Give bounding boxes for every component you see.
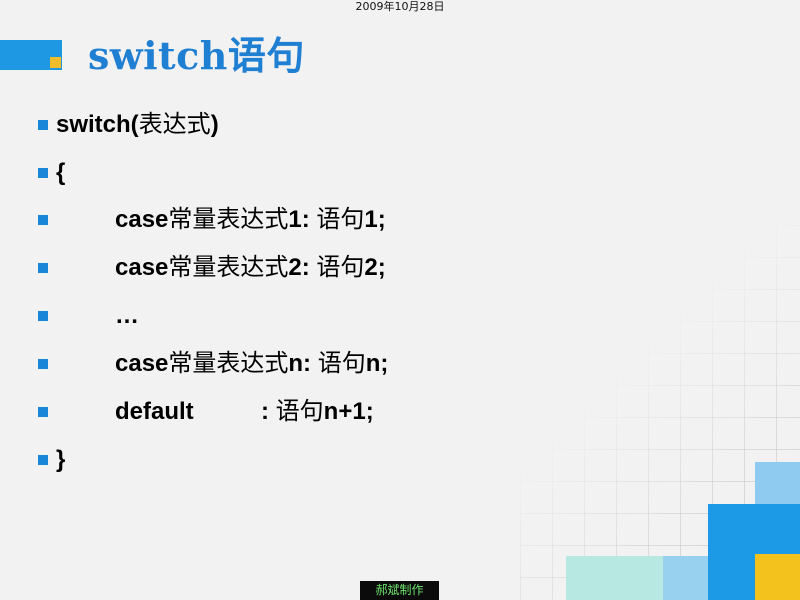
decor-block-yellow: [755, 554, 800, 600]
bullet-square: [38, 263, 48, 273]
code-text: …: [115, 302, 139, 329]
decor-block-sky: [663, 556, 708, 600]
title-accent-square: [50, 57, 61, 68]
code-text: switch(表达式): [56, 111, 219, 138]
code-line: switch(表达式): [0, 109, 760, 141]
code-text: }: [56, 446, 66, 473]
slide-title: switch语句: [88, 33, 305, 78]
decor-block-light-blue: [755, 462, 800, 504]
slide: 2009年10月28日 switch语句 switch(表达式) { case常…: [0, 0, 800, 600]
code-line: case常量表达式n: 语句n;: [0, 348, 760, 380]
slide-date: 2009年10月28日: [355, 0, 445, 13]
code-line: …: [0, 300, 760, 332]
code-text: case常量表达式1: 语句1;: [115, 206, 386, 233]
bullet-square: [38, 455, 48, 465]
code-text: default: 语句n+1;: [115, 398, 374, 425]
bullet-square: [38, 359, 48, 369]
code-line: }: [0, 444, 760, 476]
decor-block-mint: [566, 556, 663, 600]
bullet-square: [38, 168, 48, 178]
code-line: {: [0, 157, 760, 189]
code-text: case常量表达式2: 语句2;: [115, 254, 386, 281]
code-line: case常量表达式1: 语句1;: [0, 204, 760, 236]
bullet-square: [38, 120, 48, 130]
code-line: default: 语句n+1;: [0, 396, 760, 428]
bullet-square: [38, 311, 48, 321]
footer-credit: 郝斌制作: [360, 581, 439, 600]
code-line: case常量表达式2: 语句2;: [0, 252, 760, 284]
bullet-square: [38, 215, 48, 225]
code-text: case常量表达式n: 语句n;: [115, 350, 389, 377]
bullet-square: [38, 407, 48, 417]
code-text: {: [56, 159, 66, 186]
